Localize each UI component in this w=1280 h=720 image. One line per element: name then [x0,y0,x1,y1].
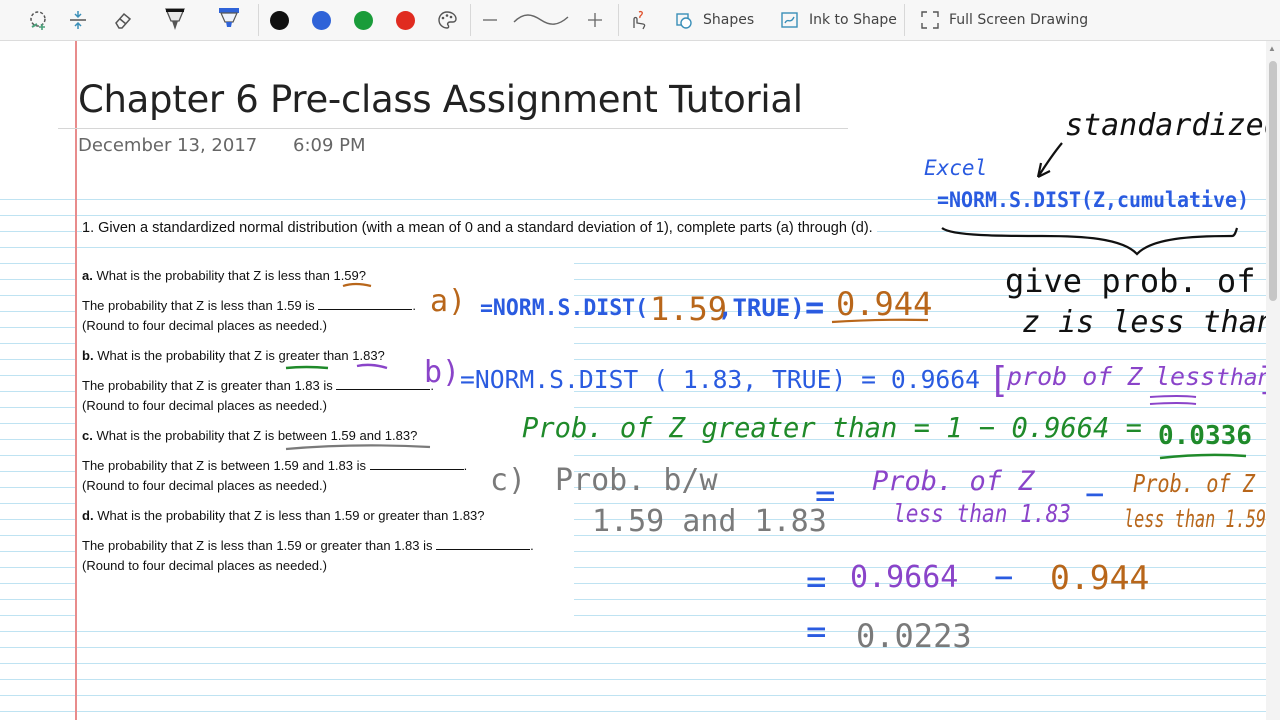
ink-to-shape-button[interactable]: Ink to Shape [779,5,897,35]
answer-blank-b[interactable] [336,379,431,390]
toolbar-separator [618,4,619,36]
page-date: December 13, 2017 [78,135,258,156]
question-d-answer: The probability that Z is less than 1.59… [82,538,534,553]
answer-blank-a[interactable] [318,299,413,310]
question-main-text: 1. Given a standardized normal distribut… [82,220,877,236]
question-a-round: (Round to four decimal places as needed.… [82,318,327,333]
color-black-button[interactable] [264,5,294,35]
question-c-prompt: c. What is the probability that Z is bet… [82,428,417,443]
ink-to-shape-label: Ink to Shape [809,12,897,28]
eraser-icon[interactable] [108,5,138,35]
lasso-select-icon[interactable] [23,5,53,35]
thick-line-icon[interactable] [580,5,610,35]
ink-to-shape-icon [781,12,798,28]
insert-space-icon[interactable] [63,5,93,35]
vertical-scrollbar[interactable]: ▲ [1266,41,1280,720]
question-d-prompt: d. What is the probability that Z is les… [82,508,485,523]
question-d-label: d. [82,508,94,523]
scroll-up-icon[interactable]: ▲ [1268,44,1276,53]
question-c-text: What is the probability that Z is betwee… [96,428,418,443]
color-red-button[interactable] [390,5,420,35]
question-a-answer: The probability that Z is less than 1.59… [82,298,416,313]
question-d-text: What is the probability that Z is less t… [97,508,485,523]
question-c-answer-text: The probability that Z is between 1.59 a… [82,458,367,473]
question-d-round: (Round to four decimal places as needed.… [82,558,327,573]
question-a-answer-text: The probability that Z is less than 1.59… [82,298,315,313]
question-b-answer: The probability that Z is greater than 1… [82,378,434,393]
full-screen-drawing-button[interactable]: Full Screen Drawing [919,5,1088,35]
touch-draw-icon[interactable] [622,5,652,35]
color-blue-button[interactable] [306,5,336,35]
answer-blank-d[interactable] [436,539,531,550]
color-swatch [311,10,331,30]
toolbar-separator [470,4,471,36]
question-a-label: a. [82,268,93,283]
color-swatch [353,10,373,30]
question-b-prompt: b. What is the probability that Z is gre… [82,348,385,363]
question-c-label: c. [82,428,93,443]
question-d-answer-text: The probability that Z is less than 1.59… [82,538,433,553]
question-a-prompt: a. What is the probability that Z is les… [82,268,366,283]
question-c-answer: The probability that Z is between 1.59 a… [82,458,468,473]
color-palette-icon[interactable] [432,5,462,35]
pen-icon[interactable] [160,5,190,35]
title-underline [58,128,848,129]
highlighter-icon[interactable] [214,5,244,35]
scrollbar-thumb[interactable] [1269,61,1277,301]
question-b-round: (Round to four decimal places as needed.… [82,398,327,413]
color-swatch [269,10,289,30]
page-title[interactable]: Chapter 6 Pre-class Assignment Tutorial [78,78,803,121]
shapes-label: Shapes [703,12,755,28]
stroke-width-slider[interactable] [510,5,572,35]
full-screen-label: Full Screen Drawing [949,12,1089,28]
toolbar-separator [904,4,905,36]
color-swatch [395,10,415,30]
shapes-button[interactable]: Shapes [673,5,754,35]
question-b-text: What is the probability that Z is greate… [97,348,385,363]
question-b-label: b. [82,348,94,363]
toolbar-separator [258,4,259,36]
color-green-button[interactable] [348,5,378,35]
page-time: 6:09 PM [293,135,366,156]
pasted-question-image[interactable] [77,261,574,631]
question-b-answer-text: The probability that Z is greater than 1… [82,378,333,393]
question-a-text: What is the probability that Z is less t… [96,268,366,283]
thin-line-icon[interactable] [475,5,505,35]
answer-blank-c[interactable] [369,459,464,470]
drawing-toolbar: Shapes Ink to Shape Full Screen Drawing [0,0,1280,41]
question-c-round: (Round to four decimal places as needed.… [82,478,327,493]
shapes-icon [676,13,692,29]
full-screen-icon [921,11,939,29]
